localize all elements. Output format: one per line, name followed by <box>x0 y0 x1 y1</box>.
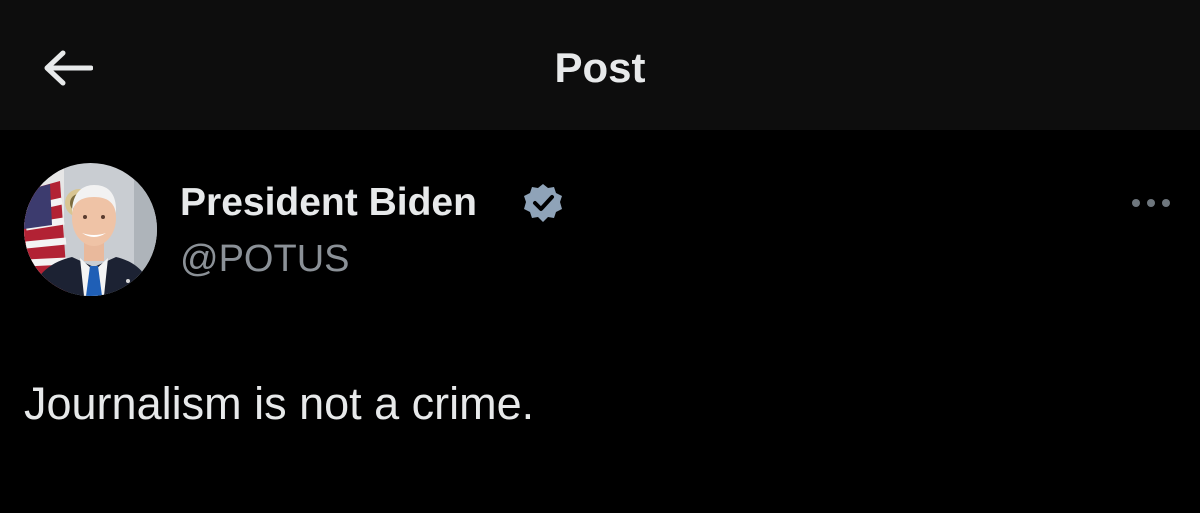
arrow-left-icon <box>44 50 93 86</box>
post-text: Journalism is not a crime. <box>24 378 535 429</box>
avatar[interactable] <box>24 163 157 296</box>
more-horizontal-icon <box>1132 199 1170 207</box>
author-handle[interactable]: @POTUS <box>180 236 349 282</box>
author-display-name[interactable]: President Biden <box>180 179 477 227</box>
top-bar: Post <box>0 0 1200 130</box>
back-button[interactable] <box>30 38 104 98</box>
avatar-portrait <box>24 163 157 296</box>
post-detail-screen: Post President Biden @POTUS Journalism i… <box>0 0 1200 513</box>
verified-badge-icon <box>524 184 562 222</box>
more-options-button[interactable] <box>1126 188 1176 218</box>
page-title: Post <box>554 44 646 91</box>
post-card: President Biden @POTUS Journalism is not… <box>0 130 1200 513</box>
